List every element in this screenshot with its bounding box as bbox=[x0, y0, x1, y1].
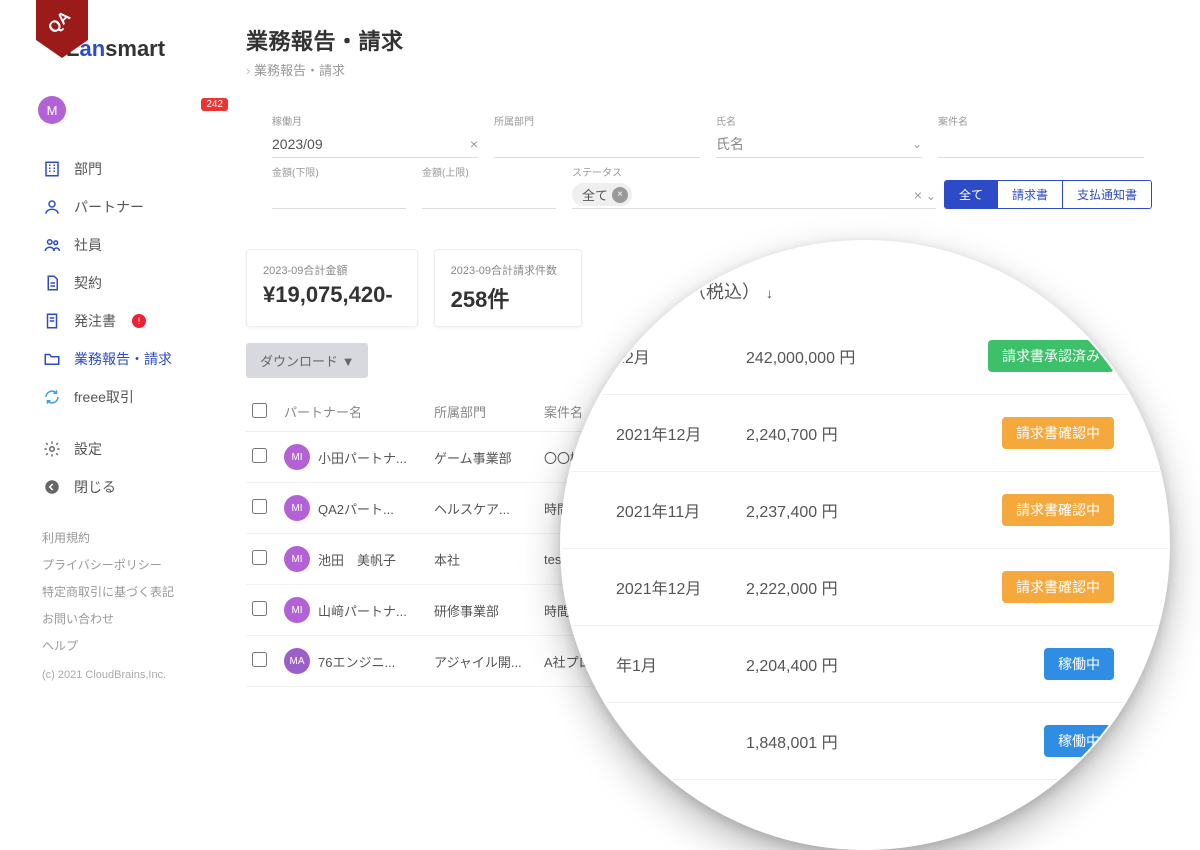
seg-all[interactable]: 全て bbox=[945, 181, 997, 208]
filter-case[interactable]: 案件名 . bbox=[930, 113, 1152, 158]
magnified-detail: 請求金額（税込）↓ ステータ 12月 242,000,000 円 請求書承認済み… bbox=[560, 240, 1170, 850]
partner-avatar: MA bbox=[284, 648, 310, 674]
seg-notice[interactable]: 支払通知書 bbox=[1062, 181, 1151, 208]
nav-partner[interactable]: パートナー bbox=[38, 188, 228, 226]
qa-ribbon: QA bbox=[36, 0, 88, 58]
partner-avatar: MI bbox=[284, 495, 310, 521]
stat-total-amount: 2023-09合計金額 ¥19,075,420- bbox=[246, 249, 418, 327]
lens-date: 12月 bbox=[616, 344, 746, 368]
alert-dot-icon: ! bbox=[132, 314, 146, 328]
legal-links: 利用規約 プライバシーポリシー 特定商取引に基づく表記 お問い合わせ ヘルプ bbox=[38, 524, 228, 659]
dept-cell: ヘルスケア... bbox=[434, 499, 544, 518]
user-avatar: M bbox=[38, 96, 66, 124]
user-row[interactable]: M 242 bbox=[38, 96, 228, 124]
row-checkbox[interactable] bbox=[252, 499, 267, 514]
building-icon bbox=[42, 159, 62, 179]
clear-icon[interactable]: × bbox=[914, 187, 922, 203]
nav-dept[interactable]: 部門 bbox=[38, 150, 228, 188]
file-icon bbox=[42, 311, 62, 331]
stat-total-count: 2023-09合計請求件数 258件 bbox=[434, 249, 582, 327]
lens-amount: 2,204,400 円 bbox=[746, 652, 944, 676]
row-checkbox[interactable] bbox=[252, 652, 267, 667]
nav-settings[interactable]: 設定 bbox=[38, 430, 228, 468]
status-chip[interactable]: 全て× bbox=[572, 183, 632, 206]
partner-avatar: MI bbox=[284, 597, 310, 623]
lens-date: 年1月 bbox=[616, 652, 746, 676]
link-sct[interactable]: 特定商取引に基づく表記 bbox=[38, 578, 228, 605]
link-contact[interactable]: お問い合わせ bbox=[38, 605, 228, 632]
filter-name[interactable]: 氏名 氏名⌄ bbox=[708, 113, 930, 158]
download-button[interactable]: ダウンロード ▼ bbox=[246, 343, 368, 378]
chip-close-icon[interactable]: × bbox=[612, 187, 628, 203]
lens-amount: 242,000,000 円 bbox=[746, 344, 944, 368]
clear-icon[interactable]: × bbox=[470, 136, 478, 152]
dept-cell: 研修事業部 bbox=[434, 601, 544, 620]
nav-purchase-order[interactable]: 発注書! bbox=[38, 302, 228, 340]
partner-name: QA2パート... bbox=[318, 499, 394, 518]
nav-freee[interactable]: freee取引 bbox=[38, 378, 228, 416]
filter-amount-high[interactable]: 金額(上限) . bbox=[414, 164, 564, 209]
row-checkbox[interactable] bbox=[252, 448, 267, 463]
notification-badge[interactable]: 242 bbox=[201, 98, 228, 111]
people-icon bbox=[42, 235, 62, 255]
status-badge: 請求書確認中 bbox=[1002, 571, 1114, 603]
person-icon bbox=[42, 197, 62, 217]
sort-down-icon[interactable]: ↓ bbox=[766, 285, 773, 301]
chevron-down-icon: ⌄ bbox=[912, 137, 922, 151]
lens-amount: 2,222,000 円 bbox=[746, 575, 944, 599]
status-badge: 請求書確認中 bbox=[1002, 494, 1114, 526]
nav-staff[interactable]: 社員 bbox=[38, 226, 228, 264]
dept-cell: アジャイル開... bbox=[434, 652, 544, 671]
chevron-down-icon: ⌄ bbox=[926, 189, 936, 203]
doc-type-segment: 全て 請求書 支払通知書 bbox=[944, 180, 1152, 209]
lens-amount: 1,848,001 円 bbox=[746, 729, 944, 753]
status-badge: 請求書確認中 bbox=[1002, 417, 1114, 449]
nav-contract[interactable]: 契約 bbox=[38, 264, 228, 302]
sync-icon bbox=[42, 387, 62, 407]
breadcrumb: 業務報告・請求 bbox=[246, 60, 1200, 79]
partner-name: 山﨑パートナ... bbox=[318, 601, 407, 620]
arrow-left-circle-icon bbox=[42, 477, 62, 497]
select-all-checkbox[interactable] bbox=[252, 403, 267, 418]
seg-invoice[interactable]: 請求書 bbox=[997, 181, 1062, 208]
nav-list: 部門 パートナー 社員 契約 発注書! 業務報告・請求 freee取引 設定 閉… bbox=[38, 150, 228, 506]
status-badge: 稼働中 bbox=[1044, 648, 1114, 680]
filter-status[interactable]: ステータス 全て×× ⌄ bbox=[564, 164, 944, 209]
partner-name: 池田 美帆子 bbox=[318, 550, 396, 569]
row-checkbox[interactable] bbox=[252, 601, 267, 616]
lens-date: 2021年12月 bbox=[616, 421, 746, 445]
nav-report-invoice[interactable]: 業務報告・請求 bbox=[38, 340, 228, 378]
link-terms[interactable]: 利用規約 bbox=[38, 524, 228, 551]
filter-dept[interactable]: 所属部門 . bbox=[486, 113, 708, 158]
filter-month[interactable]: 稼働月 2023/09× bbox=[264, 113, 486, 158]
filter-panel: 稼働月 2023/09× 所属部門 . 氏名 氏名⌄ 案件名 . 金額(下限) … bbox=[246, 97, 1170, 225]
lens-row: 2021年11月 2,237,400 円 請求書確認中 bbox=[562, 472, 1168, 549]
lens-amount: 2,240,700 円 bbox=[746, 421, 944, 445]
partner-name: 小田パートナ... bbox=[318, 448, 407, 467]
nav-close[interactable]: 閉じる bbox=[38, 468, 228, 506]
lens-row: 12月 242,000,000 円 請求書承認済み bbox=[562, 318, 1168, 395]
partner-name: 76エンジニ... bbox=[318, 652, 395, 671]
lens-row: 年1月 2,204,400 円 稼働中 bbox=[562, 626, 1168, 703]
dept-cell: 本社 bbox=[434, 550, 544, 569]
lens-row: 2021年12月 2,222,000 円 請求書確認中 bbox=[562, 549, 1168, 626]
link-help[interactable]: ヘルプ bbox=[38, 632, 228, 659]
gear-icon bbox=[42, 439, 62, 459]
folder-icon bbox=[42, 349, 62, 369]
page-title: 業務報告・請求 bbox=[246, 24, 1200, 56]
row-checkbox[interactable] bbox=[252, 550, 267, 565]
lens-row: 2021年12月 2,240,700 円 請求書確認中 bbox=[562, 395, 1168, 472]
dept-cell: ゲーム事業部 bbox=[434, 448, 544, 467]
lens-date: 2021年12月 bbox=[616, 575, 746, 599]
partner-avatar: MI bbox=[284, 444, 310, 470]
sidebar: M 242 部門 パートナー 社員 契約 発注書! 業務報告・請求 freee取… bbox=[38, 96, 228, 681]
copyright: (c) 2021 CloudBrains,Inc. bbox=[38, 669, 228, 681]
link-privacy[interactable]: プライバシーポリシー bbox=[38, 551, 228, 578]
lens-date: 2021年11月 bbox=[616, 498, 746, 522]
lens-amount: 2,237,400 円 bbox=[746, 498, 944, 522]
filter-amount-low[interactable]: 金額(下限) . bbox=[264, 164, 414, 209]
status-badge: 請求書承認済み bbox=[988, 340, 1114, 372]
document-icon bbox=[42, 273, 62, 293]
partner-avatar: MI bbox=[284, 546, 310, 572]
